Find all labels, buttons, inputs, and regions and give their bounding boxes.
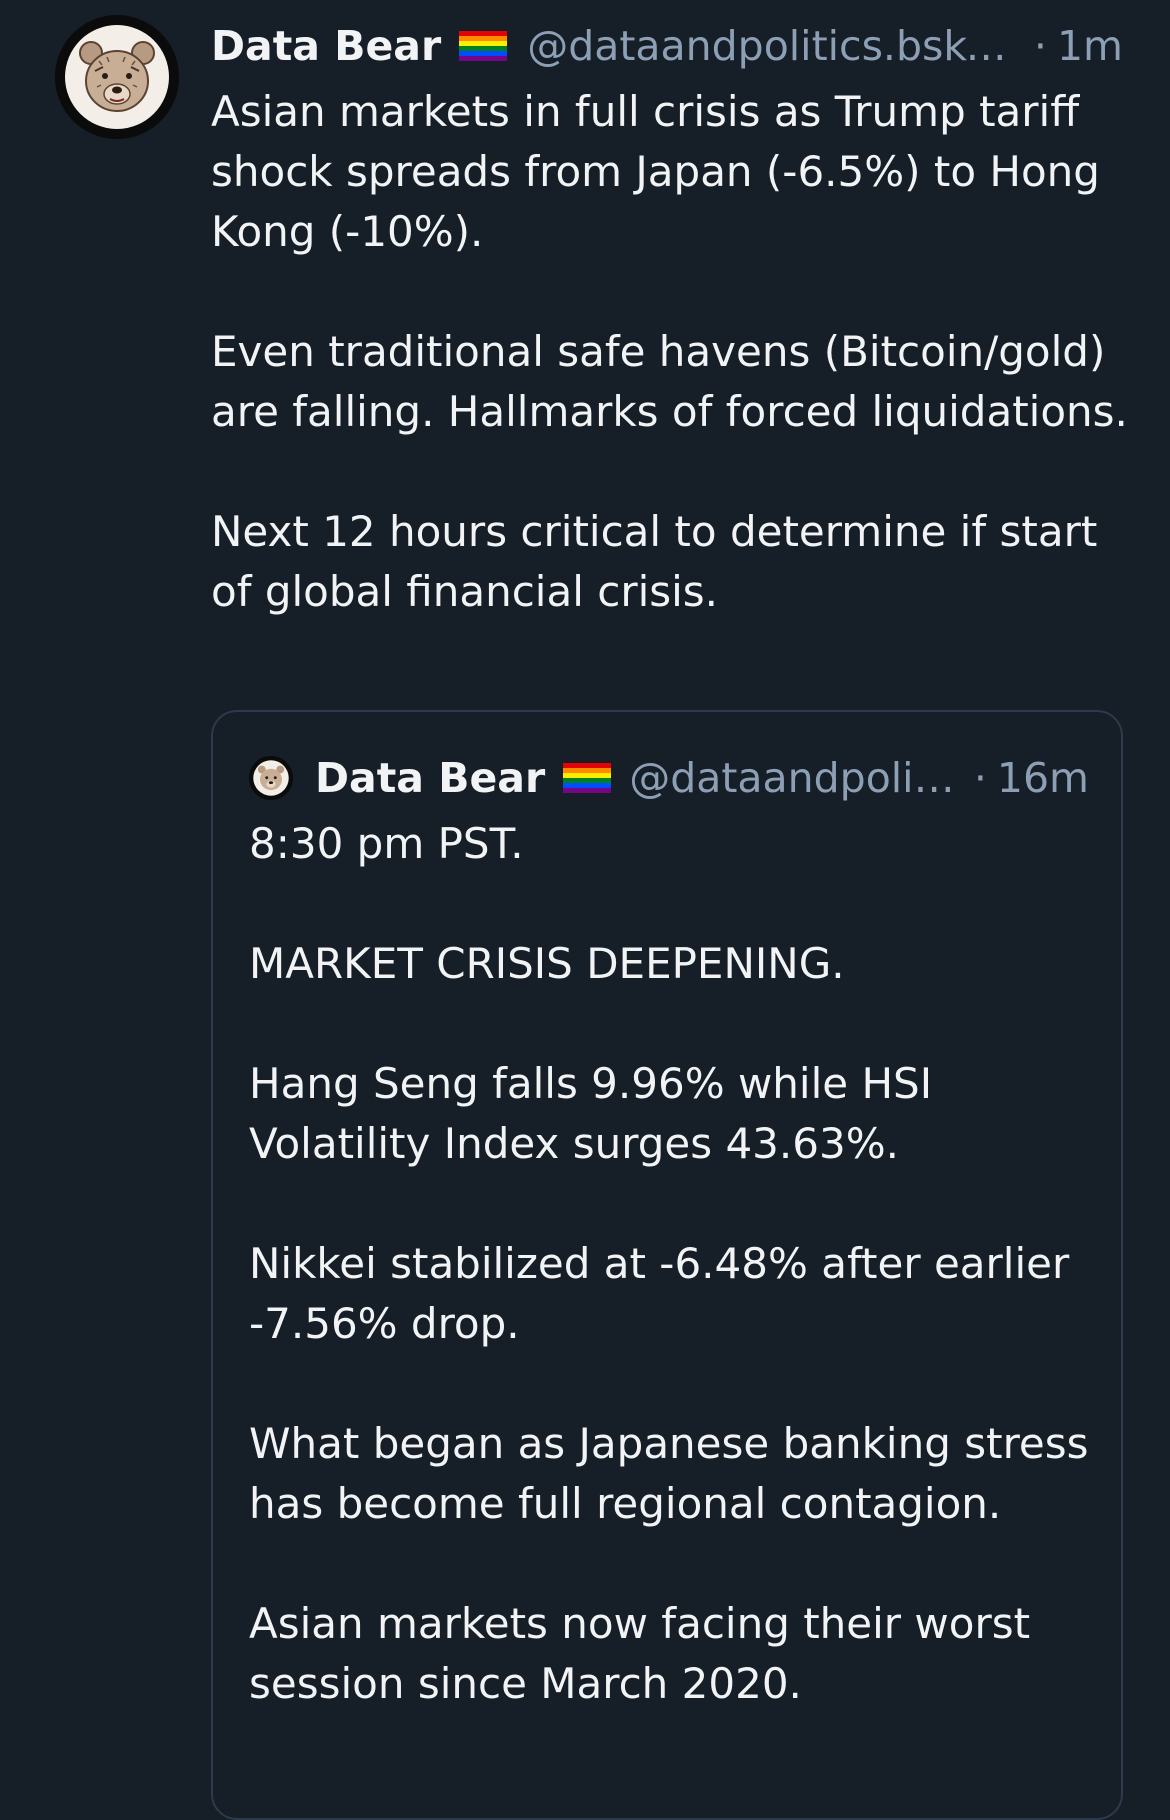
separator-dot: · [973, 754, 987, 802]
author-handle[interactable]: @dataandpolitics.bsky... [527, 22, 1020, 70]
rainbow-flag-icon [459, 31, 508, 61]
bear-avatar-icon [249, 756, 293, 800]
quote-timestamp[interactable]: 16m [997, 754, 1089, 802]
rainbow-flag-icon [563, 763, 612, 793]
quote-paragraph: Nikkei stabilized at -6.48% after earlie… [249, 1239, 1070, 1348]
quote-paragraph: Hang Seng falls 9.96% while HSI Volatili… [249, 1059, 933, 1168]
post-header: Data Bear @dataandpolitics.bsky... · 1m [211, 18, 1123, 74]
quote-header: Data Bear @dataandpolit... · 16m [249, 750, 1089, 806]
quote-author-name[interactable]: Data Bear [315, 754, 545, 802]
separator-dot: · [1033, 22, 1047, 70]
author-name[interactable]: Data Bear [211, 22, 441, 70]
quote-body: 8:30 pm PST. MARKET CRISIS DEEPENING. Ha… [249, 814, 1099, 1714]
quote-paragraph: Asian markets now facing their worst ses… [249, 1599, 1031, 1708]
quote-paragraph: What began as Japanese banking stress ha… [249, 1419, 1089, 1528]
post-paragraph: Next 12 hours critical to determine if s… [211, 507, 1098, 616]
post-body: Asian markets in full crisis as Trump ta… [211, 82, 1131, 622]
bear-avatar-icon [55, 15, 179, 139]
author-avatar[interactable] [55, 15, 179, 139]
post-timestamp[interactable]: 1m [1057, 22, 1123, 70]
quote-paragraph: MARKET CRISIS DEEPENING. [249, 939, 845, 988]
post[interactable]: Data Bear @dataandpolitics.bsky... · 1m … [0, 0, 1170, 1820]
post-paragraph: Asian markets in full crisis as Trump ta… [211, 87, 1100, 256]
quote-author-handle[interactable]: @dataandpolit... [629, 754, 960, 802]
quote-paragraph: 8:30 pm PST. [249, 819, 524, 868]
quote-author-avatar[interactable] [249, 756, 293, 800]
quoted-post[interactable]: Data Bear @dataandpolit... · 16m 8:30 pm… [211, 710, 1123, 1820]
post-paragraph: Even traditional safe havens (Bitcoin/go… [211, 327, 1128, 436]
